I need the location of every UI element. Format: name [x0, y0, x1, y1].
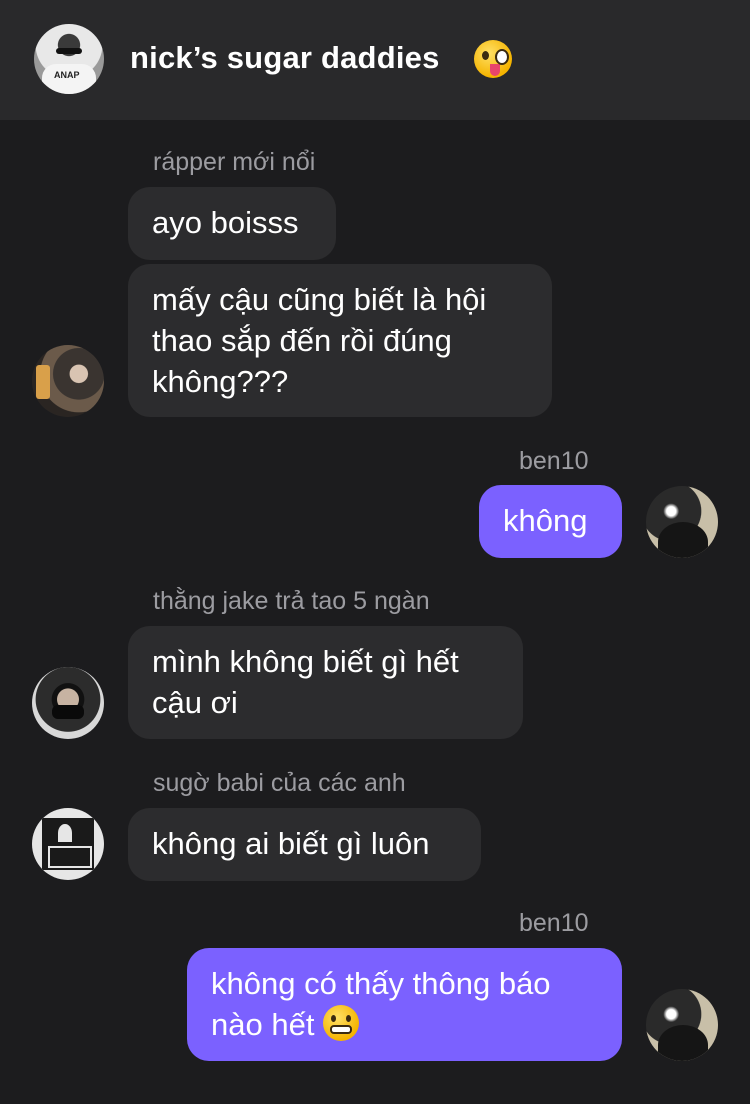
zany-face-emoji-icon: [474, 40, 512, 78]
message-text: ayo boisss: [152, 205, 299, 240]
avatar-shirt: ANAP: [42, 64, 96, 94]
chat-header: ANAP nick’s sugar daddies: [0, 0, 750, 120]
grimacing-face-emoji-icon: [323, 1005, 360, 1041]
message-text: không: [503, 503, 588, 538]
sender-avatar[interactable]: [32, 808, 104, 880]
avatar-glasses: [56, 48, 82, 54]
group-title[interactable]: nick’s sugar daddies: [130, 40, 440, 76]
message-text: thao sắp đến rồi đúng: [152, 323, 452, 358]
sender-name: ben10: [519, 909, 589, 937]
sender-avatar[interactable]: [32, 667, 104, 739]
group-avatar[interactable]: ANAP: [34, 24, 104, 94]
sender-name: ben10: [519, 447, 589, 475]
message-bubble[interactable]: không ai biết gì luôn: [128, 808, 481, 881]
message-text: không có thấy thông báo: [211, 966, 551, 1001]
avatar-shirt-text: ANAP: [54, 70, 80, 80]
my-avatar[interactable]: [646, 486, 718, 558]
message-text: mấy cậu cũng biết là hội: [152, 282, 487, 317]
sender-avatar[interactable]: [32, 345, 104, 417]
message-text: không???: [152, 364, 289, 399]
message-bubble[interactable]: ayo boisss: [128, 187, 336, 260]
message-bubble[interactable]: mấy cậu cũng biết là hội thao sắp đến rồ…: [128, 264, 552, 417]
message-bubble[interactable]: mình không biết gì hết cậu ơi: [128, 626, 523, 739]
message-bubble[interactable]: không: [479, 485, 622, 558]
sender-name: sugờ babi của các anh: [153, 769, 406, 797]
sender-name: rápper mới nổi: [153, 148, 316, 176]
message-bubble[interactable]: không có thấy thông báo nào hết: [187, 948, 622, 1061]
message-text: không ai biết gì luôn: [152, 826, 430, 861]
message-text: nào hết: [211, 1007, 315, 1042]
message-text-line: nào hết: [211, 1004, 598, 1045]
message-text: mình không biết gì hết: [152, 644, 459, 679]
sender-name: thằng jake trả tao 5 ngàn: [153, 587, 430, 615]
my-avatar[interactable]: [646, 989, 718, 1061]
message-text: cậu ơi: [152, 685, 238, 720]
